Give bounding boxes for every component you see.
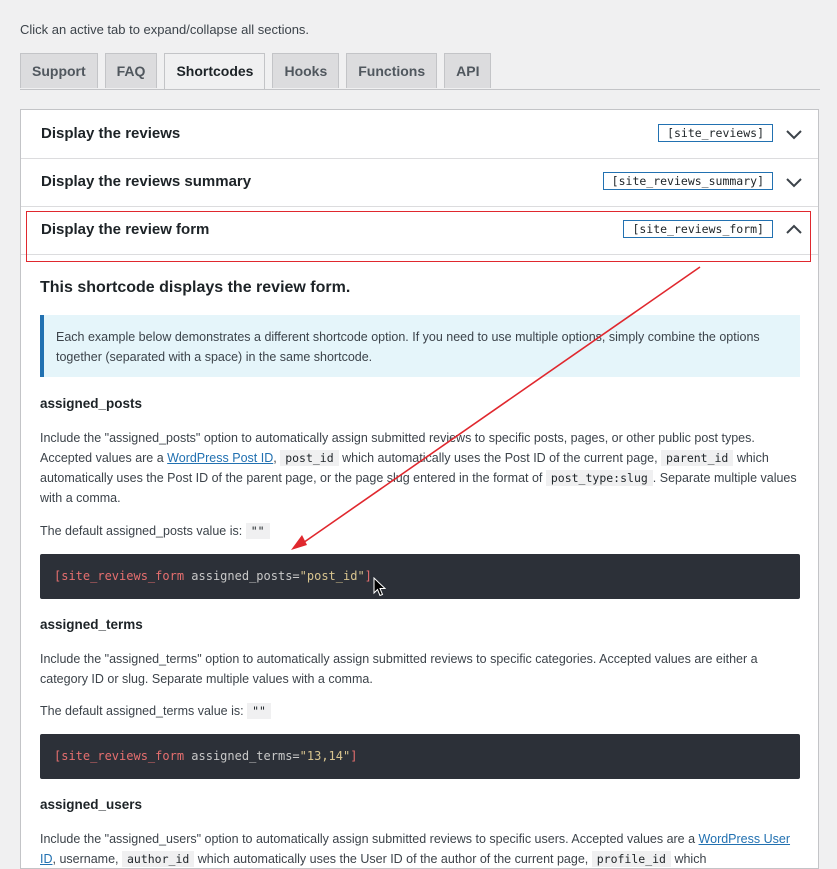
code-post-id: post_id (280, 450, 339, 466)
option-heading-assigned-posts: assigned_posts (40, 396, 143, 411)
example-code-block: [site_reviews_form assigned_posts="post_… (40, 554, 800, 599)
tab-faq[interactable]: FAQ (104, 53, 158, 88)
tab-api[interactable]: API (444, 53, 492, 88)
example-code-block: [site_reviews_form assigned_terms="13,14… (40, 734, 800, 779)
option-heading-assigned-users: assigned_users (40, 797, 143, 812)
text: which (670, 852, 707, 866)
code-tag-end: ] (364, 569, 372, 583)
code-tag-end: ] (350, 749, 358, 763)
code-tag: [site_reviews_form (54, 569, 185, 583)
text: Include the "assigned_users" option to a… (40, 832, 699, 846)
section-title: Display the reviews (41, 125, 181, 142)
option-description: Include the "assigned_terms" option to a… (40, 652, 758, 686)
section-display-reviews[interactable]: Display the reviews [site_reviews] (21, 110, 818, 159)
option-heading-assigned-terms: assigned_terms (40, 617, 143, 632)
shortcode-tag: [site_reviews_summary] (602, 172, 773, 190)
text: , username, (52, 852, 122, 866)
chevron-down-icon[interactable] (784, 172, 804, 192)
text: which automatically uses the User ID of … (194, 852, 592, 866)
option-description: Include the "assigned_users" option to a… (40, 829, 800, 869)
tab-functions[interactable]: Functions (346, 53, 438, 88)
default-label: The default assigned_posts value is: (40, 524, 246, 538)
option-description: Include the "assigned_posts" option to a… (40, 428, 800, 508)
tab-bar: Support FAQ Shortcodes Hooks Functions A… (20, 53, 492, 90)
code-value: "post_id" (299, 569, 365, 583)
default-value: "" (247, 703, 271, 719)
section-title: Display the reviews summary (41, 173, 252, 190)
wordpress-post-id-link[interactable]: WordPress Post ID (167, 451, 273, 465)
shortcode-tag: [site_reviews] (658, 124, 773, 142)
code-attr: assigned_terms= (184, 749, 300, 763)
code-author-id: author_id (121, 851, 195, 867)
code-value: "13,14" (299, 749, 351, 763)
code-post-type-slug: post_type:slug (545, 470, 653, 486)
annotation-highlight-box (26, 211, 811, 262)
code-profile-id: profile_id (591, 851, 671, 867)
default-value-line: The default assigned_posts value is: "" (40, 521, 800, 541)
tab-divider (20, 89, 820, 90)
mouse-cursor-icon (373, 577, 387, 597)
info-notice: Each example below demonstrates a differ… (40, 315, 800, 377)
text: which automatically uses the Post ID of … (338, 451, 662, 465)
tab-hooks[interactable]: Hooks (272, 53, 340, 88)
default-label: The default assigned_terms value is: (40, 704, 248, 718)
code-parent-id: parent_id (661, 450, 734, 466)
instruction-text: Click an active tab to expand/collapse a… (20, 22, 310, 37)
code-attr: assigned_posts= (184, 569, 300, 583)
section-lead: This shortcode displays the review form. (40, 279, 351, 296)
default-value: "" (245, 523, 270, 539)
chevron-down-icon[interactable] (784, 124, 804, 144)
section-display-summary[interactable]: Display the reviews summary [site_review… (21, 158, 818, 207)
default-value-line: The default assigned_terms value is: "" (40, 701, 800, 721)
tab-support[interactable]: Support (20, 53, 98, 88)
code-tag: [site_reviews_form (54, 749, 185, 763)
tab-shortcodes[interactable]: Shortcodes (164, 53, 266, 90)
